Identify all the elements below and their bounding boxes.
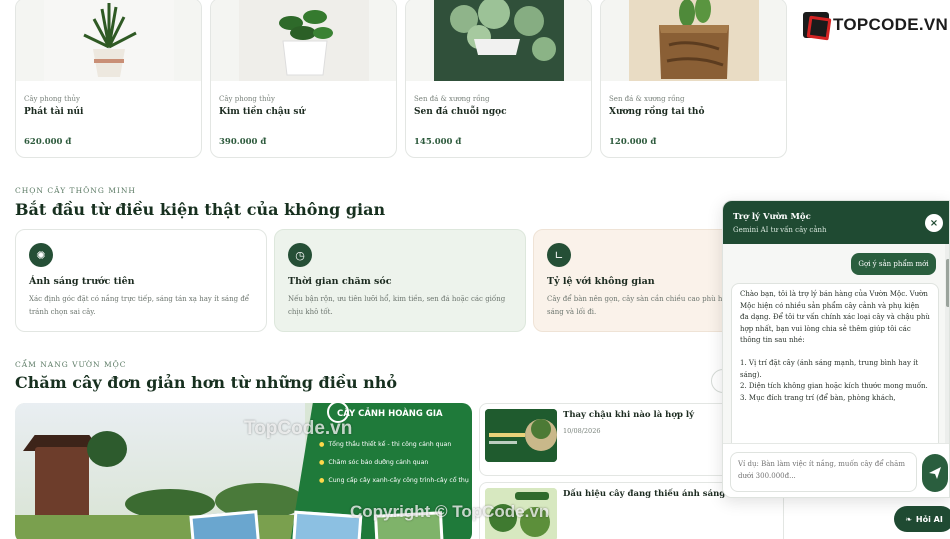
watermark: TopCode.vn [244, 418, 353, 439]
product-card[interactable]: Sen đá & xương rồng Sen đá chuỗi ngọc 14… [405, 0, 592, 158]
product-name[interactable]: Kim tiền chậu sứ [219, 107, 305, 117]
condition-title: Tỷ lệ với không gian [547, 276, 655, 287]
close-icon[interactable]: × [925, 214, 943, 232]
product-category: Sen đá & xương rồng [414, 95, 490, 103]
user-message: Gợi ý sản phẩm mới [851, 253, 936, 275]
logo-text: TOPCODE.VN [833, 15, 949, 34]
product-price: 620.000 đ [24, 137, 72, 147]
watermark: Copyright © TopCode.vn [350, 502, 550, 521]
banner-photo [189, 510, 261, 539]
product-price: 390.000 đ [219, 137, 267, 147]
chat-header: Trợ lý Vườn Mộc Gemini AI tư vấn cây cản… [723, 201, 949, 244]
logo-icon [803, 12, 829, 38]
product-grid: Cây phong thủy Phát tài núi 620.000 đ Câ… [15, 0, 787, 158]
banner-brand: CÂY CẢNH HOÀNG GIA [337, 409, 443, 419]
banner-line: Cung cấp cây xanh-cây công trình-cây cổ … [319, 477, 468, 484]
article-title[interactable]: Dấu hiệu cây đang thiếu ánh sáng [563, 489, 725, 499]
condition-title: Thời gian chăm sóc [288, 276, 392, 287]
product-image [16, 0, 201, 81]
condition-title: Ánh sáng trước tiên [29, 276, 135, 287]
send-button[interactable] [922, 454, 948, 492]
site-logo[interactable]: TOPCODE.VN [803, 12, 948, 38]
product-card[interactable]: Cây phong thủy Phát tài núi 620.000 đ [15, 0, 202, 158]
product-category: Cây phong thủy [219, 95, 275, 103]
article-date: 10/08/2026 [563, 427, 601, 435]
condition-desc: Nếu bận rộn, ưu tiên lưỡi hổ, kim tiền, … [288, 295, 506, 316]
chat-messages[interactable]: Gợi ý sản phẩm mới Chào bạn, tôi là trợ … [723, 244, 949, 453]
pagoda-image [35, 447, 89, 517]
ai-chat-panel: Trợ lý Vườn Mộc Gemini AI tư vấn cây cản… [722, 200, 950, 498]
product-image [406, 0, 591, 81]
banner-line: Chăm sóc bảo dưỡng cảnh quan [319, 459, 428, 466]
chat-input[interactable] [730, 452, 917, 492]
product-name[interactable]: Phát tài núi [24, 107, 83, 117]
condition-desc: Xác định góc đặt có nắng trực tiếp, sáng… [29, 295, 250, 316]
bot-message: Chào bạn, tôi là trợ lý bán hàng của Vườ… [731, 283, 939, 453]
product-name[interactable]: Xương rồng tai thỏ [609, 107, 704, 117]
product-card[interactable]: Cây phong thủy Kim tiền chậu sứ 390.000 … [210, 0, 397, 158]
product-category: Cây phong thủy [24, 95, 80, 103]
ask-ai-label: Hỏi AI [915, 514, 943, 524]
ruler-icon: ∟ [547, 243, 571, 267]
chat-composer [723, 443, 949, 497]
chat-title: Trợ lý Vườn Mộc [733, 212, 811, 222]
condition-card[interactable]: ◷ Thời gian chăm sóc Nếu bận rộn, ưu tiê… [274, 229, 526, 332]
product-image [601, 0, 786, 81]
section-heading: Bắt đầu từ điều kiện thật của không gian [15, 200, 386, 219]
product-card[interactable]: Sen đá & xương rồng Xương rồng tai thỏ 1… [600, 0, 787, 158]
chat-scrollbar-thumb[interactable] [946, 259, 949, 307]
banner-line: Tổng thầu thiết kế - thi công cảnh quan [319, 441, 451, 448]
article-title[interactable]: Thay chậu khi nào là hợp lý [563, 410, 694, 420]
product-price: 145.000 đ [414, 137, 462, 147]
product-category: Sen đá & xương rồng [609, 95, 685, 103]
clock-icon: ◷ [288, 243, 312, 267]
section-heading: Chăm cây đơn giản hơn từ những điều nhỏ [15, 373, 398, 392]
sun-icon: ✺ [29, 243, 53, 267]
leaf-icon: ❧ [905, 514, 912, 524]
product-price: 120.000 đ [609, 137, 657, 147]
condition-card[interactable]: ✺ Ánh sáng trước tiên Xác định góc đặt c… [15, 229, 267, 332]
send-icon [929, 467, 941, 479]
page: Cây phong thủy Phát tài núi 620.000 đ Câ… [0, 0, 950, 539]
product-image [211, 0, 396, 81]
chat-subtitle: Gemini AI tư vấn cây cảnh [733, 226, 827, 234]
product-name[interactable]: Sen đá chuỗi ngọc [414, 107, 507, 117]
article-thumbnail [485, 409, 557, 462]
ask-ai-button[interactable]: ❧ Hỏi AI [894, 506, 950, 532]
section-eyebrow: CHỌN CÂY THÔNG MINH [15, 186, 136, 195]
section-eyebrow: CẨM NANG VƯỜN MỘC [15, 360, 127, 369]
